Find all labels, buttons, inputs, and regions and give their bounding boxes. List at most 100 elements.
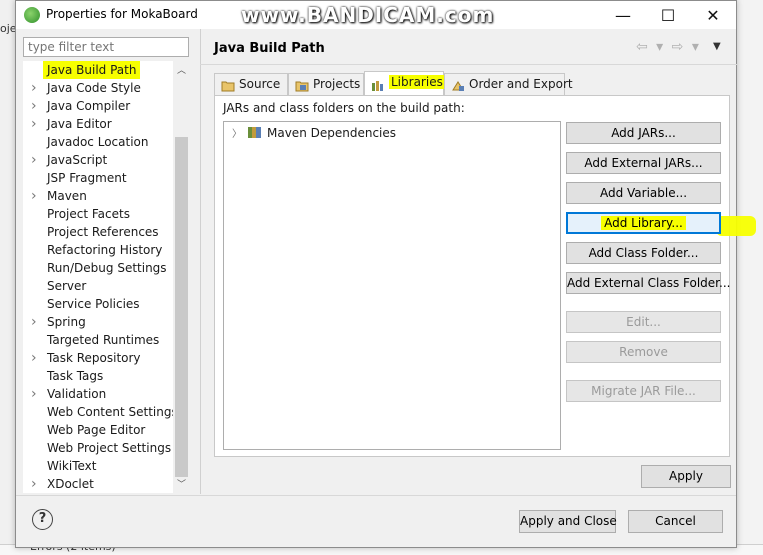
tree-item[interactable]: Targeted Runtimes <box>23 331 181 349</box>
tree-item[interactable]: Project References <box>23 223 181 241</box>
expand-arrow-icon[interactable]: › <box>31 349 41 367</box>
list-item-maven-dependencies[interactable]: 〉 Maven Dependencies <box>232 125 396 140</box>
panel-divider[interactable] <box>200 29 201 494</box>
tree-item-label: Task Repository <box>47 351 141 365</box>
view-menu-icon[interactable]: ▼ <box>713 41 721 52</box>
tree-item[interactable]: › XDoclet <box>23 475 181 493</box>
tree-item[interactable]: Refactoring History <box>23 241 181 259</box>
cancel-button[interactable]: Cancel <box>628 510 723 533</box>
tree-item-label: Javadoc Location <box>47 135 149 149</box>
tree-item[interactable]: Web Page Editor <box>23 421 181 439</box>
tab-label: Source <box>239 77 281 91</box>
source-folder-icon <box>221 78 235 92</box>
tab-projects[interactable]: Projects <box>288 73 364 95</box>
expand-arrow-icon[interactable]: › <box>31 115 41 133</box>
tab-label: Projects <box>313 77 361 91</box>
tree-item-label: Java Build Path <box>43 61 141 79</box>
expand-arrow-icon[interactable]: › <box>31 313 41 331</box>
scrollbar-thumb[interactable] <box>175 137 188 477</box>
tree-item[interactable]: › Java Editor <box>23 115 181 133</box>
projects-icon <box>295 78 309 92</box>
tree-item-label: Web Project Settings <box>47 441 172 455</box>
build-path-list[interactable]: 〉 Maven Dependencies <box>223 121 561 450</box>
tree-item[interactable]: WikiText <box>23 457 181 475</box>
add-jars-button[interactable]: Add JARs... <box>566 122 721 144</box>
tree-item[interactable]: Service Policies <box>23 295 181 313</box>
tree-item[interactable]: Run/Debug Settings <box>23 259 181 277</box>
edit-button[interactable]: Edit... <box>566 311 721 333</box>
tree-item[interactable]: Java Build Path <box>23 61 181 79</box>
tree-item-label: Service Policies <box>47 297 140 311</box>
window-title: Properties for MokaBoard <box>46 7 198 21</box>
expand-arrow-icon[interactable]: › <box>31 187 41 205</box>
tree-item[interactable]: Project Facets <box>23 205 181 223</box>
background-window-left <box>0 0 16 555</box>
tree-item-label: WikiText <box>47 459 97 473</box>
minimize-button[interactable]: — <box>601 1 645 29</box>
add-variable-button[interactable]: Add Variable... <box>566 182 721 204</box>
expand-arrow-icon[interactable]: › <box>31 475 41 493</box>
tree-item[interactable]: › Task Repository <box>23 349 181 367</box>
maximize-button[interactable]: ☐ <box>646 1 690 29</box>
remove-button[interactable]: Remove <box>566 341 721 363</box>
tree-item[interactable]: Server <box>23 277 181 295</box>
tree-item[interactable]: › Maven <box>23 187 181 205</box>
tab-source[interactable]: Source <box>214 73 288 95</box>
tree-item[interactable]: › Validation <box>23 385 181 403</box>
help-icon[interactable]: ? <box>32 509 53 530</box>
tree-item[interactable]: › Java Code Style <box>23 79 181 97</box>
tree-item[interactable]: › Spring <box>23 313 181 331</box>
tree-vertical-scrollbar[interactable]: ︿ ﹀ <box>173 61 190 493</box>
filter-input[interactable] <box>23 37 189 57</box>
expand-arrow-icon[interactable]: › <box>31 97 41 115</box>
tree-item-label: Java Code Style <box>47 81 141 95</box>
background-window-right <box>737 0 763 555</box>
eclipse-app-icon <box>24 7 40 23</box>
tree-item-label: Refactoring History <box>47 243 163 257</box>
footer-separator <box>16 495 736 496</box>
page-title: Java Build Path <box>214 41 325 56</box>
tree-item-label: Maven <box>47 189 87 203</box>
tree-item[interactable]: Javadoc Location <box>23 133 181 151</box>
title-bar: Properties for MokaBoard www.BANDICAM.co… <box>16 1 736 29</box>
libraries-description: JARs and class folders on the build path… <box>223 101 465 115</box>
tree-item-label: Project Facets <box>47 207 130 221</box>
back-forward-nav[interactable]: ⇦ ▾ ⇨ ▾ <box>636 39 701 55</box>
scroll-up-icon[interactable]: ︿ <box>173 63 190 79</box>
expand-arrow-icon[interactable]: 〉 <box>232 129 242 140</box>
add-class-folder-button[interactable]: Add Class Folder... <box>566 242 721 264</box>
tab-order-and-export[interactable]: Order and Export <box>444 73 573 95</box>
tree-item-label: Web Page Editor <box>47 423 146 437</box>
migrate-jar-button[interactable]: Migrate JAR File... <box>566 380 721 402</box>
apply-button[interactable]: Apply <box>641 465 731 488</box>
close-button[interactable]: ✕ <box>691 1 735 29</box>
expand-arrow-icon[interactable]: › <box>31 151 41 169</box>
bandicam-watermark: www.BANDICAM.com <box>241 3 495 27</box>
tree-item[interactable]: › Java Compiler <box>23 97 181 115</box>
tree-item-label: Java Editor <box>47 117 112 131</box>
tree-item-label: Java Compiler <box>47 99 131 113</box>
expand-arrow-icon[interactable]: › <box>31 385 41 403</box>
order-export-icon <box>451 78 465 91</box>
tree-item-label: JSP Fragment <box>47 171 127 185</box>
tree-item[interactable]: Web Content Settings <box>23 403 181 421</box>
tree-item[interactable]: Web Project Settings <box>23 439 181 457</box>
property-page-tree[interactable]: Java Build Path › Java Code Style › Java Com… <box>23 61 181 493</box>
libraries-icon <box>371 78 385 91</box>
tab-label: Order and Export <box>469 77 573 91</box>
tree-item-label: Web Content Settings <box>47 405 178 419</box>
tab-libraries[interactable]: Libraries <box>364 71 445 96</box>
tree-item[interactable]: › JavaScript <box>23 151 181 169</box>
add-external-class-folder-button[interactable]: Add External Class Folder... <box>566 272 730 294</box>
apply-and-close-button[interactable]: Apply and Close <box>519 510 617 533</box>
tree-item-label: JavaScript <box>47 153 108 167</box>
add-external-jars-button[interactable]: Add External JARs... <box>566 152 721 174</box>
tree-item[interactable]: Task Tags <box>23 367 181 385</box>
add-library-button[interactable]: Add Library... <box>566 212 721 234</box>
tree-item-label: Project References <box>47 225 159 239</box>
tree-item-label: Task Tags <box>47 369 104 383</box>
expand-arrow-icon[interactable]: › <box>31 79 41 97</box>
tree-item[interactable]: JSP Fragment <box>23 169 181 187</box>
tab-label: Libraries <box>389 75 445 89</box>
scroll-down-icon[interactable]: ﹀ <box>173 477 190 493</box>
